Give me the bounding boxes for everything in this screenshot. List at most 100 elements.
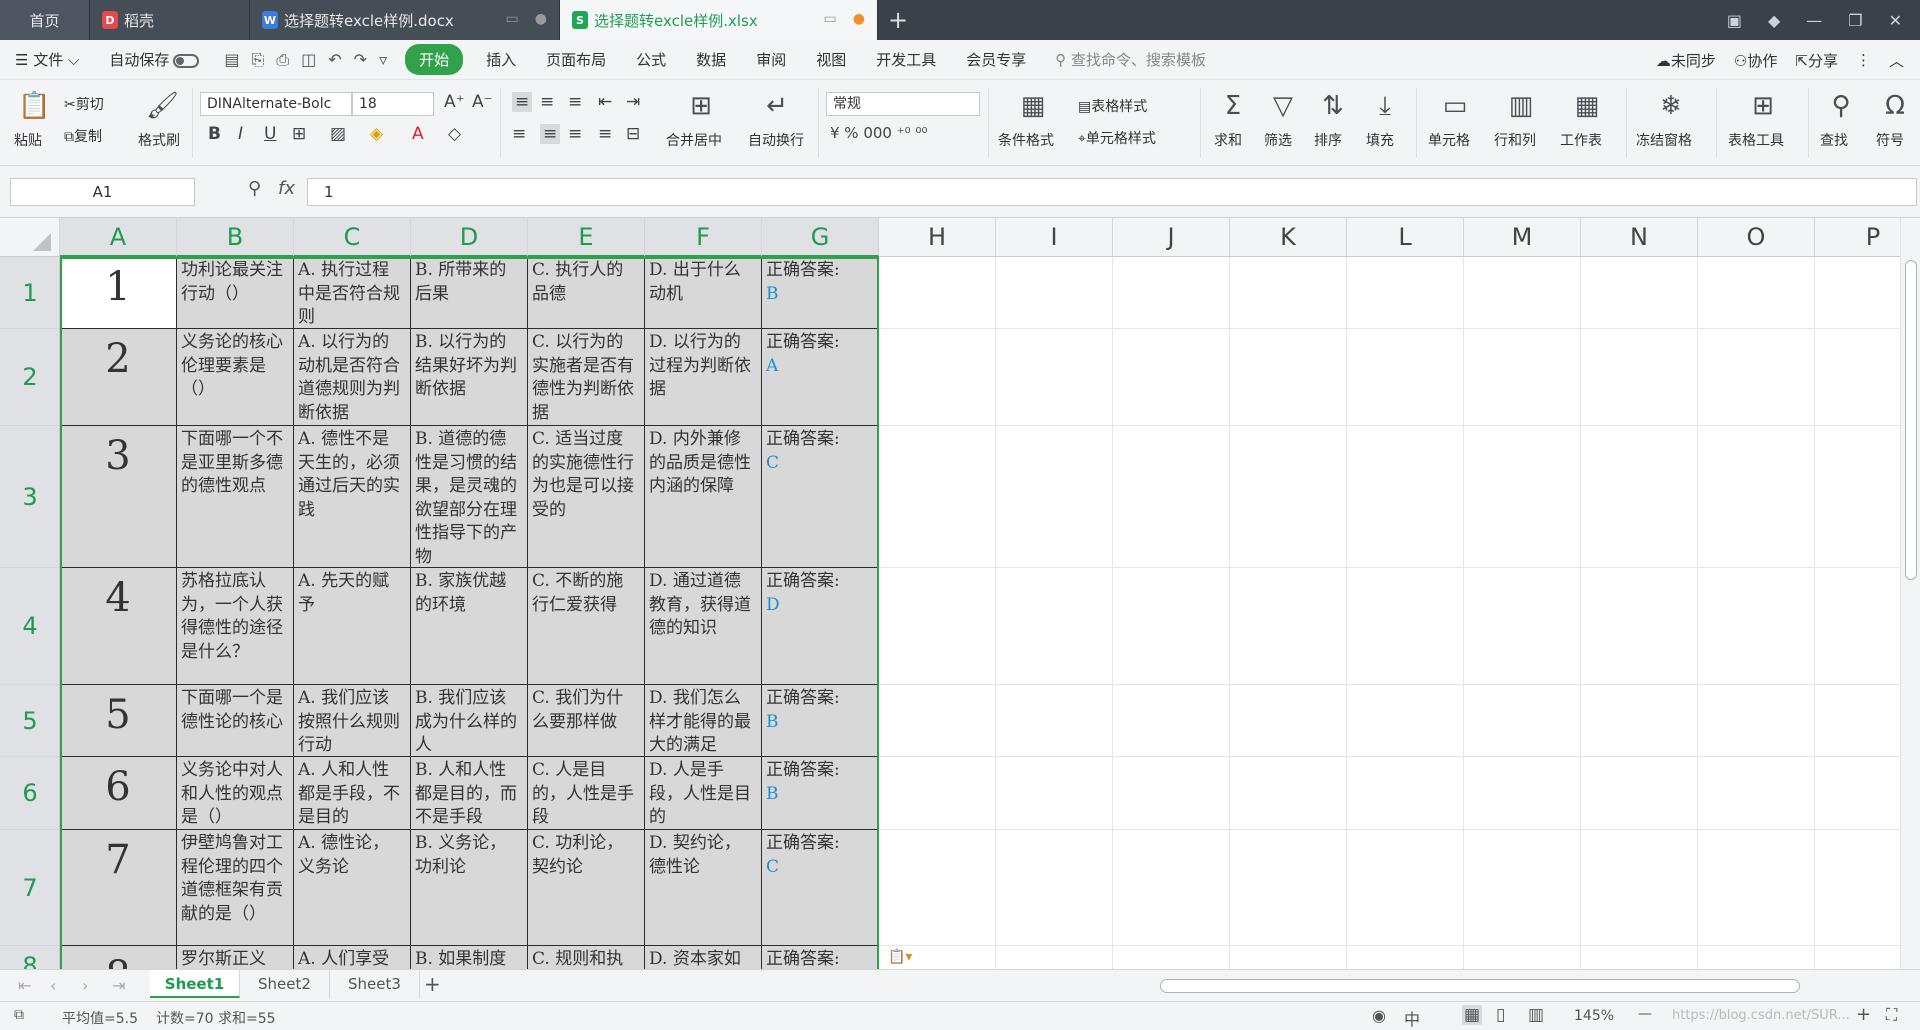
fill-button[interactable]: 填充 xyxy=(1366,130,1394,150)
tab-xlsx[interactable]: S 选择题转excle样例.xlsx ▭ ● xyxy=(560,0,878,40)
language-icon[interactable]: 中 xyxy=(1404,1006,1420,1030)
eye-protect-icon[interactable]: ◉ xyxy=(1372,1006,1386,1025)
freeze-panes-icon[interactable]: ❄ xyxy=(1656,92,1686,120)
vertical-scroll-thumb[interactable] xyxy=(1905,260,1917,580)
align-center-icon[interactable]: ≡ xyxy=(540,124,561,144)
zoom-level[interactable]: 145% xyxy=(1574,1008,1614,1024)
conditional-format-icon[interactable]: ▦ xyxy=(1018,92,1048,120)
column-header-f[interactable]: F xyxy=(645,218,762,257)
cell-b8[interactable]: 罗尔斯正义 xyxy=(177,946,294,969)
cell-c4[interactable]: A. 先天的赋予 xyxy=(294,568,411,685)
row-header-1[interactable]: 1 xyxy=(0,257,59,329)
cell-b1[interactable]: 功利论最关注行动（） xyxy=(177,257,294,329)
cell-b5[interactable]: 下面哪一个是德性论的核心 xyxy=(177,685,294,757)
merge-center-icon[interactable]: ⊞ xyxy=(686,92,716,120)
column-header-l[interactable]: L xyxy=(1347,218,1464,257)
cell-d5[interactable]: B. 我们应该成为什么样的人 xyxy=(411,685,528,757)
format-painter-icon[interactable]: 🖌 xyxy=(146,92,179,120)
share-button[interactable]: ⇱分享 xyxy=(1795,50,1838,71)
zoom-formula-icon[interactable]: ⚲ xyxy=(248,178,261,199)
first-sheet-icon[interactable]: ⇤ xyxy=(18,976,31,995)
screen-icon[interactable]: ▭ xyxy=(506,11,519,27)
font-family-select[interactable]: DINAlternate-Bolc xyxy=(200,92,352,116)
more-icon[interactable]: ▿ xyxy=(379,50,387,70)
increase-font-icon[interactable]: A⁺ xyxy=(444,92,465,112)
align-middle-icon[interactable]: ≡ xyxy=(540,92,554,112)
add-sheet-icon[interactable]: + xyxy=(424,972,441,996)
sheet-tab-2[interactable]: Sheet2 xyxy=(240,970,330,998)
row-header-6[interactable]: 6 xyxy=(0,757,59,830)
align-top-icon[interactable]: ≡ xyxy=(512,92,533,112)
select-all-corner[interactable] xyxy=(0,218,60,257)
distribute-icon[interactable]: ⊟ xyxy=(626,124,640,144)
tab-member[interactable]: 会员专享 xyxy=(951,49,1041,70)
cell-f5[interactable]: D. 我们怎么样才能得的最大的满足 xyxy=(645,685,762,757)
cell-e4[interactable]: C. 不断的施行仁爱获得 xyxy=(528,568,645,685)
cell-a2[interactable]: 2 xyxy=(60,329,177,426)
paste-button[interactable]: 粘贴 xyxy=(14,130,42,150)
wrap-text-icon[interactable]: ↵ xyxy=(762,92,792,120)
cell-e3[interactable]: C. 适当过度的实施德性行为也是可以接受的 xyxy=(528,426,645,568)
cell-g6[interactable]: 正确答案: B xyxy=(762,757,879,830)
print-icon[interactable]: ⎙ xyxy=(276,50,289,70)
worksheet-icon[interactable]: ▦ xyxy=(1572,92,1602,120)
tab-daoke[interactable]: D 稻壳 xyxy=(90,0,250,40)
collapse-ribbon-icon[interactable]: ︿ xyxy=(1889,50,1904,71)
tab-dot-icon[interactable]: ● xyxy=(535,11,547,27)
fill-color-icon[interactable]: ◈ xyxy=(370,124,383,144)
cell-style-icon[interactable]: ▨ xyxy=(330,124,346,144)
tab-home[interactable]: 首页 xyxy=(0,0,90,40)
column-header-d[interactable]: D xyxy=(411,218,528,257)
sort-button[interactable]: 排序 xyxy=(1314,130,1342,150)
cell-d8[interactable]: B. 如果制度 xyxy=(411,946,528,969)
more-options-icon[interactable]: ⋮ xyxy=(1856,51,1871,69)
cell-f1[interactable]: D. 出于什么动机 xyxy=(645,257,762,329)
column-header-h[interactable]: H xyxy=(879,218,996,257)
filter-icon[interactable]: ▽ xyxy=(1268,92,1298,120)
cell-c2[interactable]: A. 以行为的动机是否符合道德规则为判断依据 xyxy=(294,329,411,426)
sum-icon[interactable]: Σ xyxy=(1218,92,1248,120)
preview-icon[interactable]: ◫ xyxy=(301,50,316,70)
table-tools-icon[interactable]: ⊞ xyxy=(1748,92,1778,120)
align-bottom-icon[interactable]: ≡ xyxy=(568,92,582,112)
cell-d4[interactable]: B. 家族优越的环境 xyxy=(411,568,528,685)
cell-a7[interactable]: 7 xyxy=(60,830,177,946)
italic-icon[interactable]: I xyxy=(238,124,243,144)
format-painter-button[interactable]: 格式刷 xyxy=(138,130,180,150)
prev-sheet-icon[interactable]: ‹ xyxy=(50,976,56,995)
paste-options-icon[interactable]: 📋▾ xyxy=(888,949,912,965)
cell-a3[interactable]: 3 xyxy=(60,426,177,568)
save-icon[interactable]: ▤ xyxy=(224,50,239,70)
cell-e1[interactable]: C. 执行人的品德 xyxy=(528,257,645,329)
currency-icon[interactable]: ¥ % 000 ⁺⁰ ⁰⁰ xyxy=(830,124,927,142)
cell-c8[interactable]: A. 人们享受 xyxy=(294,946,411,969)
fullscreen-icon[interactable]: ⛶ xyxy=(1886,1005,1897,1025)
file-menu[interactable]: ☰ 文件 ⌵ xyxy=(0,49,94,70)
cell-f2[interactable]: D. 以行为的过程为判断依据 xyxy=(645,329,762,426)
column-header-c[interactable]: C xyxy=(294,218,411,257)
row-header-2[interactable]: 2 xyxy=(0,329,59,426)
bold-icon[interactable]: B xyxy=(208,124,221,144)
align-left-icon[interactable]: ≡ xyxy=(512,124,526,144)
column-header-n[interactable]: N xyxy=(1581,218,1698,257)
cell-b6[interactable]: 义务论中对人和人性的观点是（） xyxy=(177,757,294,830)
column-header-m[interactable]: M xyxy=(1464,218,1581,257)
screen-icon[interactable]: ▭ xyxy=(824,11,837,27)
tab-page-layout[interactable]: 页面布局 xyxy=(531,49,621,70)
tab-review[interactable]: 审阅 xyxy=(741,49,801,70)
tab-insert[interactable]: 插入 xyxy=(471,49,531,70)
decrease-font-icon[interactable]: A⁻ xyxy=(472,92,493,112)
conditional-format-button[interactable]: 条件格式 xyxy=(998,130,1054,150)
next-sheet-icon[interactable]: › xyxy=(82,976,88,995)
underline-icon[interactable]: U xyxy=(264,124,276,144)
symbol-button[interactable]: 符号 xyxy=(1876,130,1904,150)
fx-icon[interactable]: fx xyxy=(278,178,295,199)
cell-e6[interactable]: C. 人是目的，人性是手段 xyxy=(528,757,645,830)
page-layout-view-icon[interactable]: ▯ xyxy=(1496,1005,1505,1025)
row-header-5[interactable]: 5 xyxy=(0,685,59,757)
export-icon[interactable]: ⎘ xyxy=(252,50,265,70)
clear-format-icon[interactable]: ◇ xyxy=(448,124,461,144)
macro-record-icon[interactable]: ⧉ xyxy=(14,1007,24,1023)
row-col-icon[interactable]: ▥ xyxy=(1506,92,1536,120)
zoom-in-icon[interactable]: + xyxy=(1856,1004,1871,1025)
